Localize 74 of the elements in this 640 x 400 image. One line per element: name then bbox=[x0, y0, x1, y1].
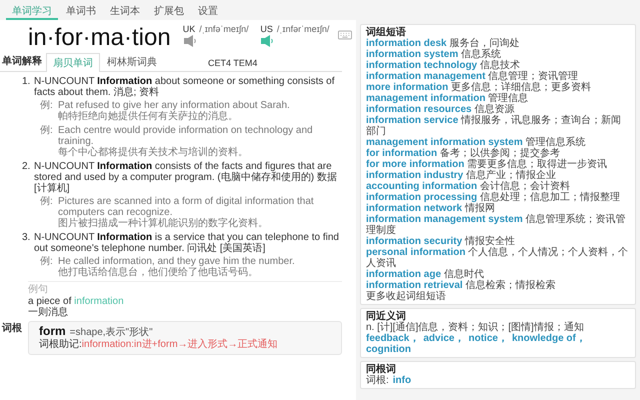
section-label: 单词解释 bbox=[1, 54, 43, 69]
definition-text: N-UNCOUNT Information consists of the facts and figures that are stored and used by a computer program. (电脑中储存和使用的) 数据 [计算机] bbox=[34, 161, 338, 194]
speaker-icon[interactable] bbox=[182, 35, 197, 47]
phrase-entry: more information 更多信息；详细信息；更多资料 bbox=[366, 82, 592, 93]
synonym-link[interactable]: cognition bbox=[366, 344, 411, 355]
phrase-entry: personal information 个人信息，个人情况；个人资料，个人资讯 bbox=[366, 247, 630, 269]
example-phrase: a piece of information bbox=[28, 296, 125, 307]
example-sentence: He called information, and they gave him the number. bbox=[58, 256, 295, 267]
synonym-link[interactable]: advice， bbox=[423, 333, 464, 344]
example-sentence: Pictures are scanned into a form of digital information that computers can recognize. bbox=[58, 196, 315, 218]
phrase-entry: information resources 信息资源 bbox=[366, 104, 516, 115]
synonym-link[interactable]: knowledge of， bbox=[512, 333, 586, 344]
speaker-icon[interactable] bbox=[260, 35, 274, 47]
sense-number: 1. bbox=[22, 76, 32, 89]
phonetic-text: /ˌɪnfərˈmeɪʃn/ bbox=[276, 24, 330, 34]
example-translation: 每个中心都将提供有关技术与培训的资料。 bbox=[58, 147, 249, 158]
phrase-entry: information processing 信息处理；信息加工；情报整理 bbox=[366, 192, 621, 203]
example-prefix: 例: bbox=[40, 256, 54, 269]
cognate-link[interactable]: info bbox=[392, 375, 412, 386]
nav-tab[interactable]: 扩展包 bbox=[148, 0, 190, 18]
phrase-entry: information desk 服务台，问询处 bbox=[366, 38, 520, 49]
phrase-translation: 一则消息 bbox=[28, 307, 69, 318]
more-phrases-link[interactable]: 更多收起词组短语 bbox=[366, 291, 630, 302]
phrase-entry: information technology 信息技术 bbox=[366, 60, 521, 71]
card-title: 同根词 bbox=[366, 364, 397, 375]
root-label: 词根: bbox=[366, 375, 389, 386]
example-prefix: 例: bbox=[40, 196, 54, 209]
region-label: UK bbox=[182, 24, 196, 34]
phonetic-text: /ˌɪnfəˈmeɪʃn/ bbox=[199, 24, 249, 34]
phrase-entry: information age 信息时代 bbox=[366, 269, 484, 280]
exam-tags: CET4 TEM4 bbox=[164, 55, 264, 71]
dictionary-tab[interactable]: 柯林斯词典 bbox=[100, 52, 164, 71]
example-sentence: Pat refused to give her any information about Sarah. bbox=[58, 100, 290, 111]
nav-tab[interactable]: 生词本 bbox=[104, 0, 146, 18]
phrase-entry: for more information 需要更多信息；取得进一步资讯 bbox=[366, 159, 608, 170]
nav-tab[interactable]: 单词书 bbox=[60, 0, 102, 18]
root-word: form bbox=[39, 324, 66, 338]
synonym-link[interactable]: notice， bbox=[468, 333, 508, 344]
example-prefix: 例: bbox=[40, 100, 54, 113]
phrase-entry: information security 情报安全性 bbox=[366, 236, 516, 247]
definition-text: N-UNCOUNT Information is a service that you can telephone to find out someone's telephone number. 问讯处 [美国英语] bbox=[34, 232, 340, 254]
example-prefix: 例: bbox=[40, 125, 54, 138]
phrase-entry: information industry 信息产业；情报企业 bbox=[366, 170, 558, 181]
mnemonic-text: information:in进+form→进入形式→正式通知 bbox=[82, 339, 278, 350]
phrase-entry: information service 情报服务，讯息服务；查询台；新闻部门 bbox=[366, 115, 622, 137]
keyboard-icon[interactable] bbox=[338, 30, 352, 40]
synonym-link[interactable]: feedback， bbox=[366, 333, 420, 344]
definition-text: N-UNCOUNT Information about someone or something consists of facts about them. 消息; 资料 bbox=[34, 76, 336, 98]
phrase-entry: information system 信息系统 bbox=[366, 49, 502, 60]
region-label: US bbox=[260, 24, 273, 34]
mnemonic-label: 词根助记: bbox=[39, 339, 82, 350]
phrase-entry: information network 情报网 bbox=[366, 203, 496, 214]
phrase-entry: information management system 信息管理系统；资讯管理制度 bbox=[366, 214, 626, 236]
phrase-entry: information management 信息管理；资讯管理 bbox=[366, 71, 580, 82]
example-translation: 帕特拒绝向她提供任何有关萨拉的消息。 bbox=[58, 111, 239, 122]
example-translation: 图片被扫描成一种计算机能识别的数字化资料。 bbox=[58, 218, 269, 229]
phrase-entry: accounting information 会计信息；会计资料 bbox=[366, 181, 571, 192]
headword: in·for·ma·tion bbox=[28, 24, 171, 52]
phrase-entry: for information 备考；以供参阅；提交参考 bbox=[366, 148, 560, 159]
example-sentence: Each centre would provide information on technology and training. bbox=[58, 125, 314, 147]
phrase-entry: information retrieval 信息检索；情报检索 bbox=[366, 280, 556, 291]
sense-number: 2. bbox=[22, 161, 32, 174]
synonym-definition: n. [计][通信]信息，资料；知识；[图情]情报；通知 bbox=[366, 322, 585, 333]
nav-tab[interactable]: 设置 bbox=[192, 0, 224, 18]
dictionary-tab[interactable]: 扇贝单词 bbox=[46, 53, 100, 72]
phrase-entry: management information system 管理信息系统 bbox=[366, 137, 586, 148]
section-label: 词根 bbox=[0, 322, 23, 336]
section-label: 例句 bbox=[28, 284, 49, 295]
example-translation: 他打电话给信息台，他们便给了他电话号码。 bbox=[58, 267, 259, 278]
card-title: 词组短语 bbox=[366, 27, 407, 38]
card-title: 同近义词 bbox=[366, 311, 407, 322]
root-gloss: =shape,表示"形状" bbox=[70, 327, 153, 338]
sense-number: 3. bbox=[22, 232, 32, 245]
phrase-entry: management information 管理信息 bbox=[366, 93, 530, 104]
